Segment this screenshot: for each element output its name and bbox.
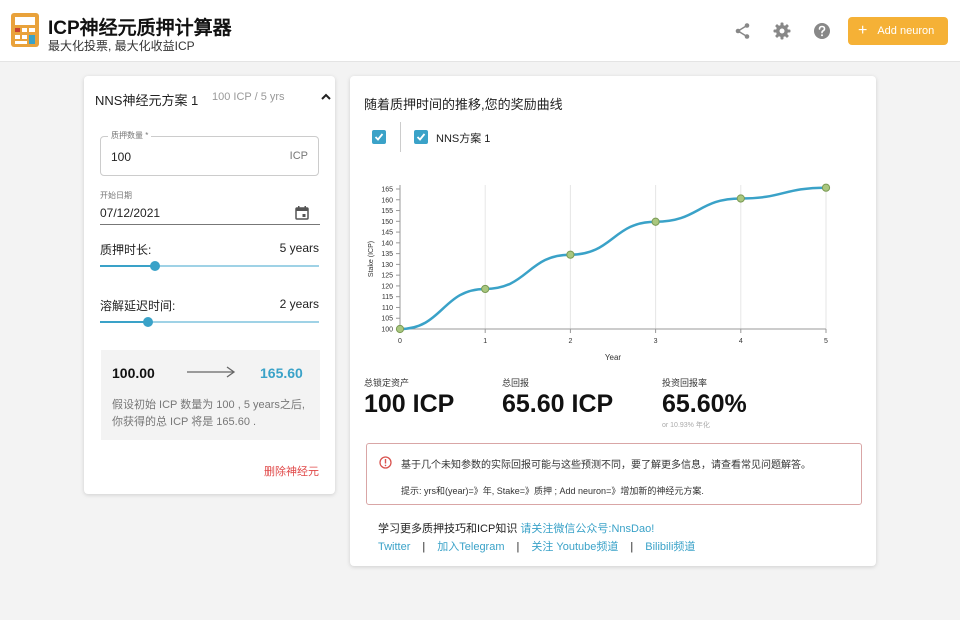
total-locked-value: 100 ICP [364, 390, 455, 418]
info-icon [379, 456, 392, 469]
chart-x-tick-label: 0 [398, 338, 402, 345]
calendar-icon[interactable] [295, 206, 309, 220]
chart-data-point [821, 183, 831, 192]
chart-card: 随着质押时间的推移,您的奖励曲线 NNS方案 1 100 105 110 115 120… [350, 76, 876, 566]
dissolve-delay-fill [100, 321, 149, 323]
chart-data-point [566, 250, 575, 259]
neuron-card: NNS神经元方案 1 100 ICP / 5 yrs 100 ICP 质押数量 … [84, 76, 335, 494]
plus-icon: + [858, 22, 868, 39]
chart-y-tick-label: 150 [381, 219, 393, 226]
neuron-card-header[interactable]: NNS神经元方案 1 100 ICP / 5 yrs [95, 90, 331, 108]
roi-annualized: or 10.93% 年化 [662, 422, 710, 429]
gear-icon[interactable] [773, 22, 791, 40]
chart-y-tick-label: 145 [381, 230, 393, 237]
delete-neuron-link[interactable]: 删除神经元 [264, 463, 319, 479]
chart-series-line [399, 186, 827, 331]
chart-x-tick-label: 3 [654, 338, 658, 345]
neuron-title: NNS神经元方案 1 [95, 93, 199, 108]
roi-label: 投资回报率 [662, 378, 708, 388]
chart-data-point [736, 194, 745, 203]
chart-data-point [651, 217, 660, 226]
chart-y-tick-label: 105 [381, 316, 393, 323]
lock-duration-thumb[interactable] [149, 261, 160, 271]
chart-y-tick-label: 125 [381, 273, 393, 280]
learn-more-highlight: 请关注微信公众号:NnsDao! [520, 523, 655, 535]
chart-data-point [481, 284, 490, 294]
app-title: ICP神经元质押计算器 [48, 18, 232, 39]
chart-x-tick-label: 1 [483, 338, 487, 345]
initial-amount: 100.00 [112, 365, 155, 381]
help-icon[interactable] [813, 22, 831, 40]
info-alert: 基于几个未知参数的实际回报可能与这些预测不同，要了解更多信息，请查看常见问题解答… [366, 443, 862, 505]
start-date-label: 开始日期 [100, 191, 132, 200]
roi-value: 65.60% [662, 390, 747, 418]
lock-duration-slider[interactable] [100, 261, 319, 271]
chart-data-point [395, 324, 405, 334]
stake-amount-field[interactable]: 100 ICP [100, 136, 319, 176]
share-icon[interactable] [734, 22, 752, 40]
stake-amount-unit: ICP [289, 150, 308, 162]
dissolve-delay-value: 2 years [279, 297, 319, 311]
stake-amount-label: 质押数量 * [108, 130, 152, 141]
chevron-up-icon[interactable] [319, 90, 333, 104]
lock-duration-fill [100, 265, 155, 267]
chart-y-tick-label: 155 [381, 208, 393, 215]
chart-y-tick-label: 135 [381, 251, 393, 258]
youtube-link[interactable]: 关注 Youtube频道 [531, 541, 618, 553]
stake-chart: 1001051101151201251301351401451501551601… [368, 183, 831, 362]
chart-y-tick-label: 110 [382, 305, 393, 312]
link-separator: | [516, 541, 520, 553]
learn-more-text: 学习更多质押技巧和ICP知识 请关注微信公众号:NnsDao! [378, 520, 654, 536]
chart-y-tick-label: 120 [381, 283, 393, 290]
dissolve-delay-thumb[interactable] [143, 317, 154, 327]
chart-x-tick-label: 2 [568, 338, 572, 345]
lock-duration-value: 5 years [279, 241, 319, 255]
start-date-input[interactable]: 07/12/2021 [100, 206, 160, 220]
link-separator: | [630, 541, 634, 553]
neuron-summary: 100 ICP / 5 yrs [212, 91, 285, 103]
dissolve-delay-label: 溶解延迟时间: [100, 299, 176, 313]
chart-y-tick-label: 160 [381, 197, 393, 204]
dissolve-delay-slider[interactable] [100, 317, 319, 327]
add-neuron-label: Add neuron [877, 25, 935, 37]
chart-x-tick-label: 5 [824, 338, 828, 345]
top-bar: ICP神经元质押计算器 最大化投票, 最大化收益ICP + Add neuron [0, 0, 960, 62]
stake-amount-value[interactable]: 100 [111, 150, 131, 164]
info-tip: 提示: yrs和(year)=》年, Stake=》质押 ; Add neuro… [401, 486, 704, 496]
total-locked-label: 总锁定资产 [364, 378, 410, 388]
chart-y-tick-label: 100 [381, 327, 393, 334]
lock-duration-label: 质押时长: [100, 243, 152, 257]
chart-x-tick-label: 4 [739, 338, 743, 345]
learn-more-prefix: 学习更多质押技巧和ICP知识 [378, 523, 521, 535]
total-return-label: 总回报 [502, 378, 530, 388]
chart-y-tick-label: 140 [381, 240, 393, 247]
chart-y-tick-label: 165 [381, 187, 393, 194]
twitter-link[interactable]: Twitter [378, 541, 410, 553]
final-amount: 165.60 [260, 365, 303, 381]
result-summary-box: 100.00 165.60 假设初始 ICP 数量为 100 , 5 years… [101, 350, 320, 440]
total-return-value: 65.60 ICP [502, 390, 614, 418]
result-note: 假设初始 ICP 数量为 100 , 5 years之后,你获得的总 ICP 将… [112, 399, 305, 428]
chart-y-tick-label: 115 [382, 294, 393, 301]
info-disclaimer: 基于几个未知参数的实际回报可能与这些预测不同，要了解更多信息，请查看常见问题解答… [401, 460, 811, 471]
calculator-logo-icon [11, 13, 39, 47]
social-links: Twitter | 加入Telegram | 关注 Youtube频道 | Bilibili… [378, 538, 695, 554]
app-subtitle: 最大化投票, 最大化收益ICP [48, 39, 195, 53]
telegram-link[interactable]: 加入Telegram [437, 541, 504, 553]
link-separator: | [422, 541, 426, 553]
add-neuron-button[interactable]: + Add neuron [848, 17, 948, 45]
chart-y-axis-title: Stake (ICP) [368, 241, 375, 277]
bilibili-link[interactable]: Bilibili频道 [645, 541, 695, 553]
start-date-underline [100, 224, 320, 225]
chart-y-tick-label: 130 [381, 262, 393, 269]
arrow-right-icon [187, 366, 236, 378]
chart-x-axis-title: Year [605, 353, 622, 362]
